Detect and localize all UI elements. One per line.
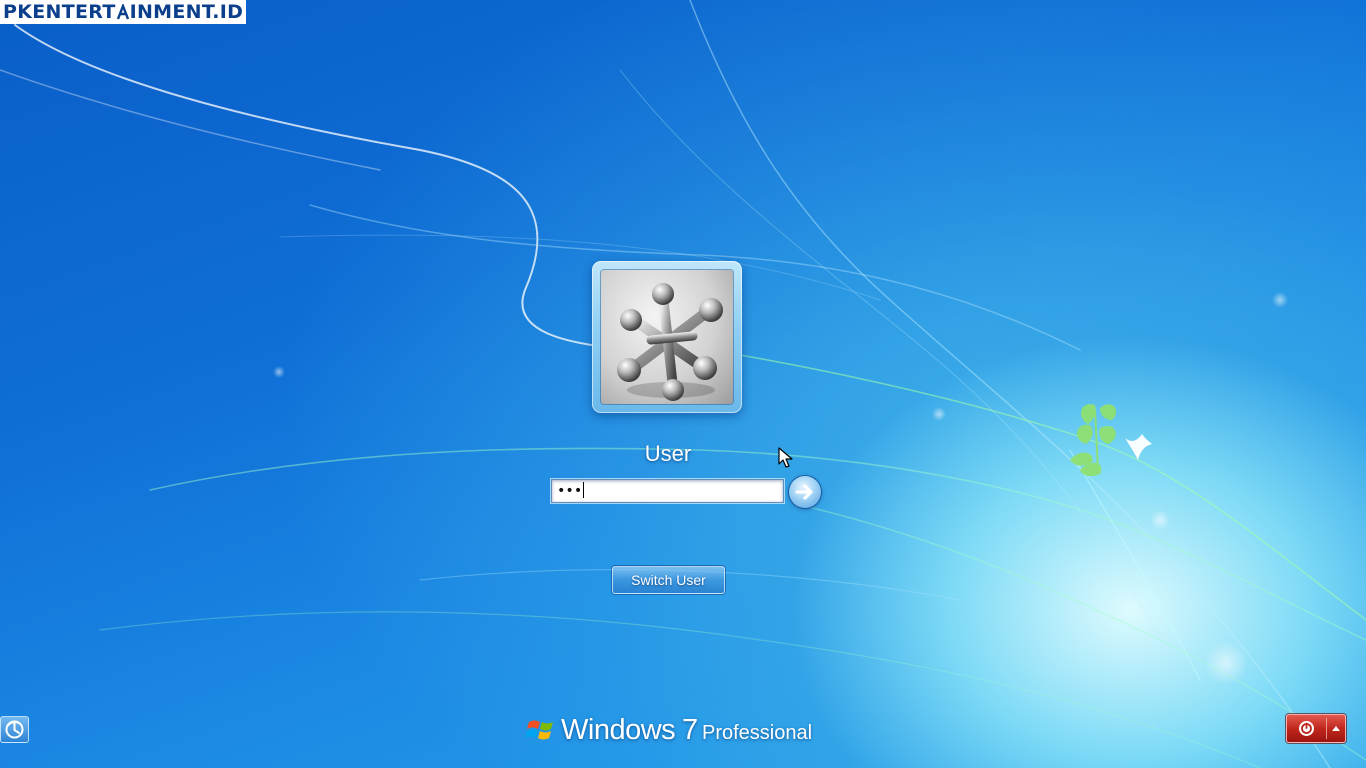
- shutdown-button[interactable]: [1287, 715, 1326, 742]
- ease-of-access-button[interactable]: [0, 716, 29, 743]
- submit-login-button[interactable]: [789, 476, 821, 508]
- watermark-glyph: [116, 2, 130, 20]
- power-icon: [1299, 721, 1314, 736]
- switch-user-button[interactable]: Switch User: [612, 566, 725, 594]
- brand-version: 7: [682, 714, 699, 746]
- jacks-avatar-picture: [601, 270, 733, 404]
- password-input[interactable]: •••: [551, 479, 784, 503]
- watermark-logo: PKENTERT INMENT.ID: [0, 0, 247, 24]
- windows-logo-icon: [526, 720, 553, 740]
- ease-of-access-icon: [5, 720, 24, 739]
- brand-edition: Professional: [702, 722, 813, 744]
- power-button-group: [1286, 714, 1346, 743]
- arrow-right-icon: [795, 484, 813, 500]
- chevron-up-icon: [1332, 726, 1340, 731]
- brand-name: Windows: [561, 714, 676, 746]
- mouse-cursor-icon: [778, 447, 793, 468]
- power-options-button[interactable]: [1327, 715, 1345, 742]
- user-avatar-tile[interactable]: [592, 261, 742, 413]
- watermark-text-part2: INMENT.ID: [129, 1, 244, 23]
- password-mask: •••: [557, 483, 583, 499]
- watermark-text-part1: PKENTERT: [3, 1, 116, 23]
- username-label: User: [644, 441, 692, 466]
- text-caret: [583, 482, 585, 498]
- jacks-icon: [617, 283, 723, 401]
